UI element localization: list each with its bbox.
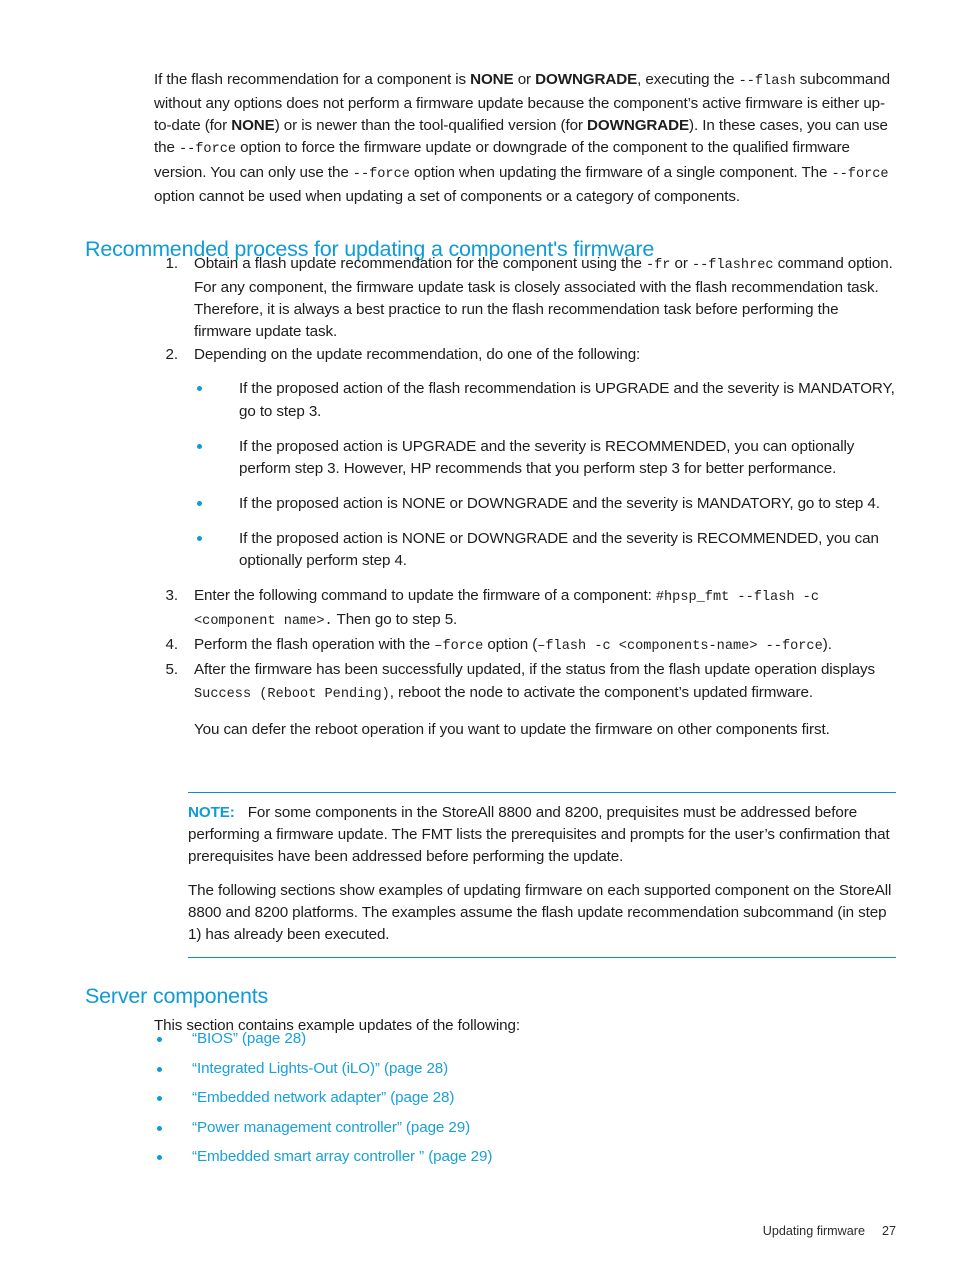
list-item: If the proposed action is NONE or DOWNGR… [194, 528, 897, 572]
bullet-text: If the proposed action is NONE or DOWNGR… [239, 529, 879, 570]
list-item: If the proposed action is UPGRADE and th… [194, 436, 897, 480]
note-body-1: For some components in the StoreAll 8800… [188, 804, 890, 866]
bullet-icon [197, 500, 202, 506]
step-number-1: 1. [165, 255, 179, 272]
list-item: “Power management controller” (page 29) [154, 1117, 897, 1147]
procedure-step-2: 2. Depending on the update recommendatio… [154, 344, 897, 572]
bullet-icon [157, 1066, 162, 1072]
server-components-link-list: “BIOS” (page 28) “Integrated Lights-Out … [154, 1028, 897, 1176]
intro-bold-downgrade-2: DOWNGRADE [587, 117, 690, 135]
bullet-text: If the proposed action is UPGRADE and th… [239, 437, 855, 477]
note-paragraph-2: The following sections show examples of … [188, 882, 892, 944]
step5-code-status: Success (Reboot Pending) [194, 686, 390, 702]
list-item: “Embedded network adapter” (page 28) [154, 1087, 897, 1117]
procedure-step-3: 3. Enter the following command to update… [154, 585, 897, 633]
bullet-text: If the proposed action of the flash reco… [239, 380, 895, 420]
step4-text-1: Perform the flash operation with the [194, 636, 435, 654]
step5-text-2: , reboot the node to activate the compon… [389, 683, 813, 701]
page-number: 27 [881, 1224, 896, 1238]
heading-server-components: Server components [85, 983, 269, 1008]
procedure-step-4: 4. Perform the flash operation with the … [154, 634, 897, 658]
intro-bold-downgrade-1: DOWNGRADE [535, 71, 638, 89]
procedure-list: 1. Obtain a flash update recommendation … [154, 253, 897, 742]
list-item: If the proposed action is NONE or DOWNGR… [194, 493, 897, 515]
intro-bold-none-1: NONE [470, 71, 514, 89]
bullet-icon [157, 1125, 162, 1131]
intro-text-8: option when updating the firmware of a s… [409, 163, 832, 181]
step3-text-1: Enter the following command to update th… [194, 587, 656, 605]
bullet-icon [197, 386, 202, 392]
bullet-icon [157, 1037, 162, 1042]
note-paragraph-1: NOTE: For some components in the StoreAll… [188, 802, 896, 868]
intro-text-5: ) or is newer than the tool-qualified ve… [274, 117, 588, 135]
intro-code-force-2: --force [352, 166, 410, 182]
page-footer: Updating firmware 27 [0, 1224, 896, 1238]
bullet-icon [157, 1155, 162, 1160]
step-1-text: Obtain a flash update recommendation for… [194, 253, 897, 343]
intro-text-1: If the flash recommendation for a compon… [154, 71, 471, 89]
intro-text-2: or [513, 71, 536, 89]
intro-code-flash: --flash [738, 74, 796, 90]
step4-text-2: option ( [483, 636, 538, 654]
step-4-text: Perform the flash operation with the –fo… [194, 634, 897, 658]
list-item: “Embedded smart array controller ” (page… [154, 1146, 897, 1176]
intro-bold-none-2: NONE [231, 117, 275, 135]
intro-text-9: option cannot be used when updating a se… [154, 187, 740, 205]
step-5-text: After the firmware has been successfully… [194, 659, 897, 705]
step1-text-2: or [670, 255, 692, 272]
link-bios[interactable]: “BIOS” (page 28) [192, 1030, 306, 1047]
footer-section-label: Updating firmware [762, 1224, 865, 1238]
procedure-step-5: 5. After the firmware has been successfu… [154, 659, 897, 740]
step4-text-3: ). [822, 636, 832, 654]
step3-text-2: Then go to step 5. [332, 611, 458, 629]
note-admonition: NOTE: For some components in the StoreAll… [188, 792, 896, 958]
step-number-3: 3. [165, 587, 179, 605]
step-2-text: Depending on the update recommendation, … [194, 346, 641, 364]
step-number-5: 5. [165, 661, 179, 679]
bullet-text: If the proposed action is NONE or DOWNGR… [239, 494, 880, 512]
list-item: “Integrated Lights-Out (iLO)” (page 28) [154, 1058, 897, 1088]
step-5-followup: You can defer the reboot operation if yo… [194, 720, 830, 738]
intro-paragraph: If the flash recommendation for a compon… [154, 69, 897, 208]
bullet-icon [157, 1096, 162, 1101]
step-number-4: 4. [165, 636, 179, 654]
step1-code-fr: -fr [645, 258, 671, 273]
bullet-icon [197, 443, 202, 449]
bullet-icon [197, 535, 202, 541]
list-item: If the proposed action of the flash reco… [194, 378, 897, 422]
step-3-text: Enter the following command to update th… [194, 585, 897, 633]
link-power-management-controller[interactable]: “Power management controller” (page 29) [192, 1119, 470, 1136]
step-2-bullet-list: If the proposed action of the flash reco… [194, 378, 897, 572]
step5-text-1: After the firmware has been successfully… [194, 661, 876, 679]
procedure-step-1: 1. Obtain a flash update recommendation … [154, 253, 897, 343]
intro-code-force-1: --force [178, 142, 237, 158]
step1-text-1: Obtain a flash update recommendation for… [194, 255, 646, 272]
document-page: If the flash recommendation for a compon… [0, 0, 954, 1271]
step-number-2: 2. [165, 346, 179, 364]
step4-command: –flash -c <components-name> --force [537, 639, 823, 655]
intro-text-3: , executing the [637, 71, 739, 89]
intro-code-force-3: --force [831, 166, 889, 182]
link-ilo[interactable]: “Integrated Lights-Out (iLO)” (page 28) [192, 1060, 448, 1077]
step4-code-force: –force [434, 639, 484, 655]
list-item: “BIOS” (page 28) [154, 1028, 897, 1058]
step1-code-flashrec: --flashrec [691, 258, 774, 273]
note-label: NOTE: [188, 804, 235, 821]
link-embedded-network-adapter[interactable]: “Embedded network adapter” (page 28) [192, 1089, 454, 1106]
link-embedded-smart-array-controller[interactable]: “Embedded smart array controller ” (page… [192, 1148, 492, 1165]
